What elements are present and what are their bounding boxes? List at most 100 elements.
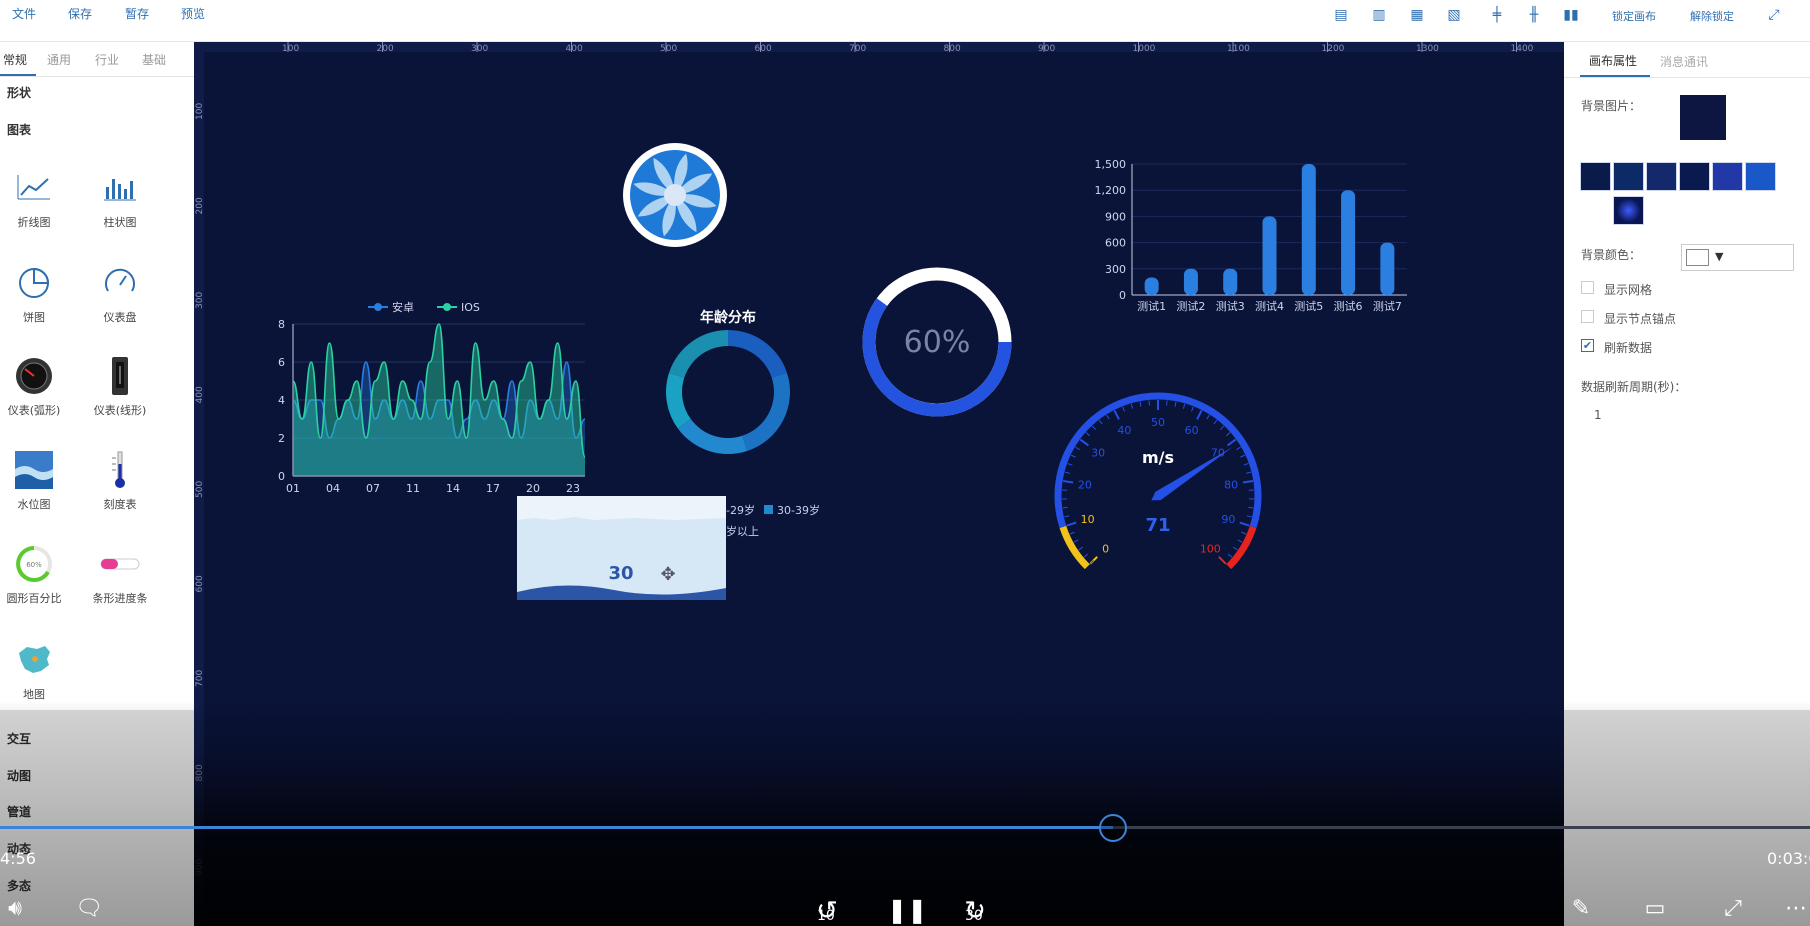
skip-forward-button[interactable]: ↻ 30: [956, 896, 994, 926]
gauge-minor-tick: [1191, 406, 1194, 412]
age-chart-title: 年龄分布: [700, 309, 756, 326]
tab-general[interactable]: 常规: [3, 51, 27, 68]
remaining-time: 0:03:0: [1767, 849, 1810, 868]
ruler-h-label: 1300: [1416, 44, 1439, 54]
x-tick-label: 14: [446, 482, 460, 495]
thermometer-icon: [98, 448, 142, 492]
menu-save[interactable]: 保存: [68, 5, 92, 22]
x-tick-label: 测试2: [1176, 300, 1205, 313]
age-donut-chart[interactable]: [666, 330, 791, 454]
tab-industry[interactable]: 行业: [95, 51, 119, 68]
menu-preview[interactable]: 预览: [181, 5, 205, 22]
component-bar-chart[interactable]: 柱状图: [78, 166, 162, 246]
seek-handle[interactable]: [1099, 814, 1128, 842]
section-pipeline[interactable]: 管道: [7, 803, 31, 820]
donut-slice: [666, 372, 691, 429]
volume-icon[interactable]: 🔊︎: [0, 896, 30, 921]
legend-label: 安卓: [392, 300, 414, 314]
percent-ring-widget[interactable]: 60%: [862, 267, 1012, 417]
skip-forward-seconds: 30: [965, 908, 983, 924]
skip-back-button[interactable]: ↺ 10: [808, 896, 846, 926]
refresh-period-input[interactable]: 1: [1594, 408, 1602, 422]
align-top-icon[interactable]: ▦: [1408, 7, 1426, 23]
align-right-icon[interactable]: ▥: [1370, 7, 1388, 23]
component-thermometer[interactable]: 刻度表: [78, 448, 162, 528]
tab-canvas-props[interactable]: 画布属性: [1589, 52, 1637, 69]
lock-canvas-button[interactable]: 锁定画布: [1612, 8, 1656, 24]
gauge-arc-segment: [1226, 525, 1257, 570]
gauge-minor-tick: [1098, 419, 1103, 425]
bg-thumb-2[interactable]: [1613, 162, 1644, 191]
more-icon[interactable]: ⋯: [1785, 896, 1807, 921]
component-label: 圆形百分比: [6, 592, 62, 605]
bar: [1380, 242, 1395, 295]
x-tick-label: 01: [286, 482, 300, 495]
section-animation[interactable]: 动图: [7, 767, 31, 784]
speed-gauge[interactable]: m/s 71 0102030405060708090100: [1054, 392, 1262, 570]
show-anchor-checkbox[interactable]: [1581, 310, 1594, 323]
ruler-v-label: 200: [195, 197, 205, 214]
arc-gauge-icon: [12, 354, 56, 398]
show-grid-checkbox[interactable]: [1581, 281, 1594, 294]
bg-thumb-1[interactable]: [1580, 162, 1611, 191]
component-label: 刻度表: [103, 498, 137, 511]
gauge-minor-tick: [1225, 432, 1231, 437]
ruler-h-label: 1400: [1511, 44, 1534, 54]
bg-thumb-5[interactable]: [1712, 162, 1743, 191]
tab-common[interactable]: 通用: [47, 51, 71, 68]
bg-image-preview[interactable]: [1680, 95, 1726, 140]
bg-color-picker[interactable]: ▼: [1681, 244, 1794, 271]
unlock-button[interactable]: 解除锁定: [1690, 8, 1734, 24]
tab-messaging[interactable]: 消息通讯: [1660, 53, 1708, 70]
y-tick-label: 4: [278, 394, 285, 407]
section-polymorphic[interactable]: 多态: [7, 877, 31, 894]
section-interaction[interactable]: 交互: [7, 730, 31, 747]
ruler-h-label: 200: [377, 44, 394, 54]
water-level-widget[interactable]: 30 ✥: [517, 496, 726, 600]
gauge-minor-tick: [1182, 403, 1186, 409]
pause-icon[interactable]: ❚❚: [887, 896, 927, 924]
bg-thumb-7[interactable]: [1613, 196, 1644, 225]
fullscreen-icon[interactable]: ⤢: [1765, 7, 1783, 23]
component-water-level[interactable]: 水位图: [0, 448, 76, 528]
distribute-icon[interactable]: ▮▮: [1562, 7, 1580, 23]
ruler-h-label: 600: [755, 44, 772, 54]
section-shapes[interactable]: 形状: [7, 84, 31, 101]
component-progress-bar[interactable]: 条形进度条: [78, 542, 162, 622]
menu-file[interactable]: 文件: [12, 5, 36, 22]
align-bottom-icon[interactable]: ▧: [1445, 7, 1463, 23]
section-charts[interactable]: 图表: [7, 121, 31, 138]
gauge-tick-label: 80: [1224, 478, 1238, 491]
donut-slice: [728, 330, 787, 378]
component-gauge[interactable]: 仪表盘: [78, 261, 162, 341]
miniplayer-icon[interactable]: ▭: [1638, 896, 1672, 921]
edit-icon[interactable]: ✎: [1566, 896, 1596, 921]
menu-temp-save[interactable]: 暂存: [125, 5, 149, 22]
component-pie-chart[interactable]: 饼图: [0, 261, 76, 341]
tab-basic[interactable]: 基础: [142, 51, 166, 68]
bg-thumb-6[interactable]: [1745, 162, 1776, 191]
captions-icon[interactable]: 🗨︎: [72, 896, 106, 921]
align-center-h-icon[interactable]: ╪: [1488, 7, 1506, 23]
donut-slice: [677, 419, 748, 454]
bg-thumb-4[interactable]: [1679, 162, 1710, 191]
component-arc-gauge[interactable]: 仪表(弧形): [0, 354, 76, 434]
component-line-chart[interactable]: 折线图: [0, 166, 76, 246]
bar-chart[interactable]: 0 300 600 900 1,200 1,500 测试1 测试2 测试3 测试4 测试5 测试6 测试…: [1095, 158, 1408, 313]
line-area-chart[interactable]: 0 2 4 6 8 01 04 07 11 14 17 20 23 安卓 IOS: [278, 300, 586, 495]
gauge-minor-tick: [1227, 553, 1233, 558]
fan-widget[interactable]: [623, 143, 727, 247]
align-left-icon[interactable]: ▤: [1332, 7, 1350, 23]
gauge-tick-label: 20: [1078, 478, 1092, 491]
component-circle-percent[interactable]: 60% 圆形百分比: [0, 542, 76, 622]
align-center-v-icon[interactable]: ╫: [1525, 7, 1543, 23]
gauge-minor-tick: [1073, 539, 1079, 543]
bg-thumb-3[interactable]: [1646, 162, 1677, 191]
show-grid-label: 显示网格: [1604, 283, 1653, 297]
gauge-minor-tick: [1062, 506, 1068, 509]
ruler-v-label: 300: [195, 292, 205, 309]
gauge-minor-tick: [1237, 539, 1243, 543]
fullscreen-icon[interactable]: ⤢: [1716, 896, 1750, 921]
component-linear-gauge[interactable]: 仪表(线形): [78, 354, 162, 434]
refresh-data-checkbox[interactable]: ✔: [1581, 339, 1594, 352]
